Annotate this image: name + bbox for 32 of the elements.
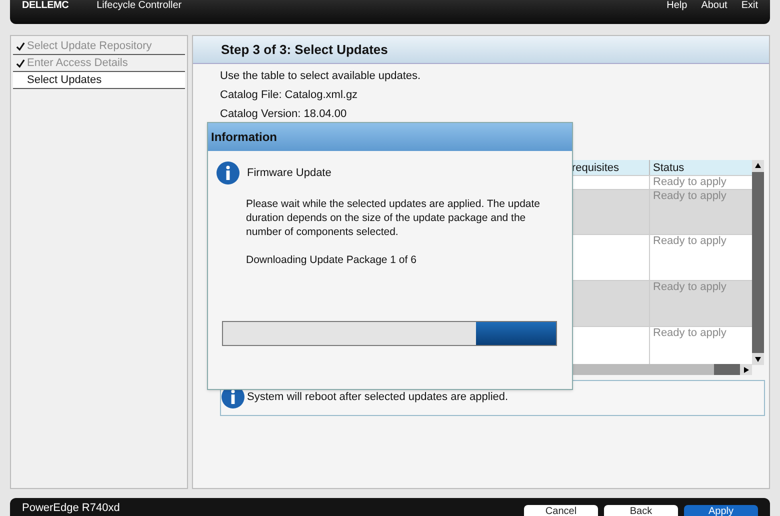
info-icon: [216, 161, 240, 185]
scrollbar-thumb[interactable]: [714, 364, 740, 375]
product-name: Lifecycle Controller: [96, 0, 182, 12]
step-item[interactable]: Select Updates: [13, 72, 185, 89]
table-cell: Ready to apply: [653, 176, 726, 188]
dialog-heading: Firmware Update: [247, 166, 332, 181]
footer-button[interactable]: Apply: [684, 505, 758, 516]
down-arrow-icon[interactable]: [755, 356, 761, 362]
column-header: requisites: [572, 161, 619, 175]
info-text: Catalog Version: 18.04.00: [220, 107, 348, 121]
header-link[interactable]: Exit: [741, 0, 758, 12]
progress-text: Downloading Update Package 1 of 6: [246, 253, 418, 268]
up-arrow-icon[interactable]: [755, 163, 761, 169]
info-text: Use the table to select available updates.: [220, 69, 422, 83]
footer-button[interactable]: Back: [604, 505, 678, 516]
footer-button[interactable]: Cancel: [524, 505, 598, 516]
dialog-title-bar: Information: [208, 123, 572, 151]
table-cell: Ready to apply: [653, 281, 726, 293]
model-name: PowerEdge R740xd: [22, 501, 120, 515]
table-cell: Ready to apply: [653, 235, 726, 247]
logo: DELLEMC: [22, 0, 69, 12]
info-text: Catalog File: Catalog.xml.gz: [220, 88, 359, 102]
step-title-bar: Step 3 of 3: Select Updates: [193, 36, 769, 64]
header-link[interactable]: Help: [666, 0, 688, 12]
table-cell: Ready to apply: [653, 190, 726, 202]
column-header: Status: [653, 162, 684, 174]
vertical-scrollbar[interactable]: [752, 160, 764, 365]
table-cell: Ready to apply: [653, 327, 726, 339]
right-arrow-icon[interactable]: [743, 366, 749, 372]
dialog-message: Please wait while the selected updates are applied. The update duration depends on the size of the update package and the number of components selected.: [246, 197, 542, 239]
header-link[interactable]: About: [701, 0, 728, 12]
notice-text: System will reboot after selected updates are applied.: [247, 390, 508, 405]
